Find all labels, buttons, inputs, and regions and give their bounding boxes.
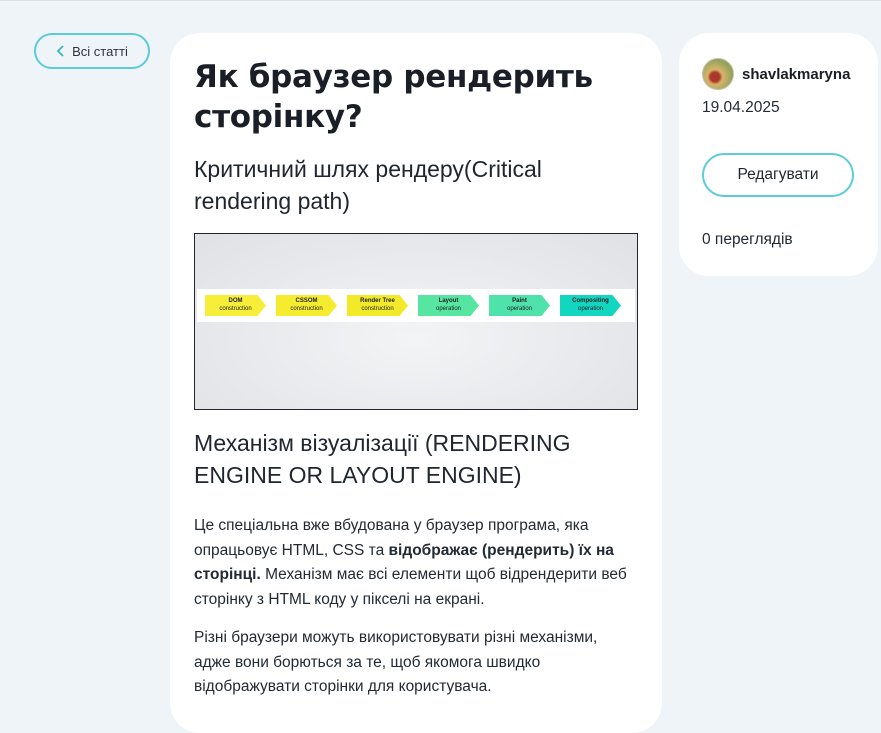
render-pipeline: DOM construction CSSOM construction Render… bbox=[197, 289, 635, 322]
top-divider bbox=[0, 0, 881, 1]
article-card: Як браузер рендерить сторінку? Критичний… bbox=[170, 33, 662, 733]
article-paragraph: Різні браузери можуть використовувати рі… bbox=[194, 629, 598, 695]
author-info[interactable]: shavlakmaryna bbox=[702, 58, 850, 90]
pipeline-stage: Layout operation bbox=[418, 295, 479, 316]
author-name[interactable]: shavlakmaryna bbox=[742, 66, 850, 83]
avatar[interactable] bbox=[702, 58, 734, 90]
section-heading: Механізм візуалізації (RENDERING ENGINE … bbox=[194, 430, 571, 488]
back-button-label: Всі статті bbox=[72, 43, 128, 59]
article-subtitle: Критичний шлях рендеру(Critical renderin… bbox=[194, 156, 542, 214]
pipeline-stage: Compositing operation bbox=[560, 295, 621, 316]
pipeline-stage: CSSOM construction bbox=[276, 295, 337, 316]
author-sidebar: shavlakmaryna 19.04.2025 Редагувати 0 пе… bbox=[679, 33, 878, 276]
publish-date: 19.04.2025 bbox=[702, 99, 780, 116]
pipeline-stage: DOM construction bbox=[205, 295, 266, 316]
edit-button[interactable]: Редагувати bbox=[702, 153, 854, 197]
article-title: Як браузер рендерить сторінку? bbox=[194, 59, 593, 135]
view-count: 0 переглядів bbox=[702, 231, 793, 248]
article-image: DOM construction CSSOM construction Render… bbox=[194, 233, 638, 410]
pipeline-stage: Paint operation bbox=[489, 295, 550, 316]
chevron-left-icon bbox=[56, 45, 64, 57]
back-to-articles-button[interactable]: Всі статті bbox=[34, 33, 150, 69]
article-paragraph: Це спеціальна вже вбудована у браузер пр… bbox=[194, 517, 627, 608]
pipeline-stage: Render Tree construction bbox=[347, 295, 408, 316]
